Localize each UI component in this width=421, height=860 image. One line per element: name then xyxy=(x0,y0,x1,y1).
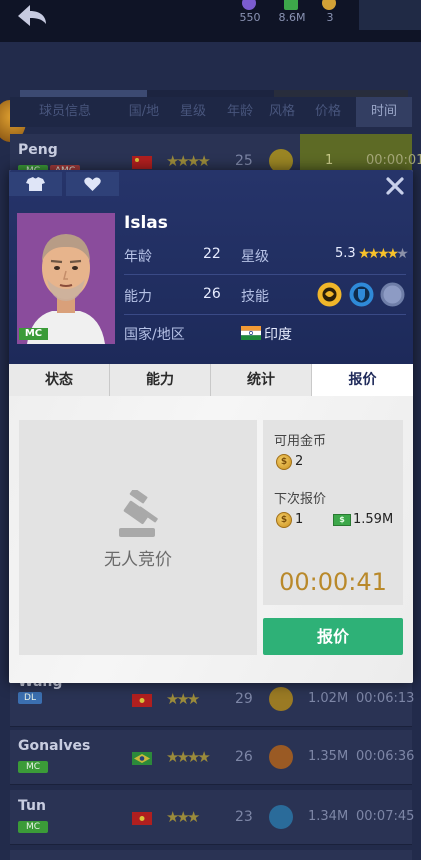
cash-icon xyxy=(284,0,298,10)
flag-icon xyxy=(132,694,152,707)
gem-icon xyxy=(242,0,256,10)
heart-icon xyxy=(84,177,101,191)
cash-value: 8.6M xyxy=(278,11,306,24)
player-avatar xyxy=(27,234,105,344)
back-arrow-icon[interactable] xyxy=(10,2,50,32)
col-age[interactable]: 年龄 xyxy=(220,97,260,127)
available-coins-value: 2 xyxy=(295,454,304,469)
list-item[interactable] xyxy=(10,850,412,860)
top-right-button[interactable] xyxy=(359,0,421,30)
player-price: 1.02M xyxy=(308,691,349,706)
player-age: 23 xyxy=(235,809,253,825)
player-age: 29 xyxy=(235,691,253,707)
skill-icon xyxy=(269,745,293,769)
star-rating: ★★★★★ xyxy=(358,246,409,262)
country-value: 印度 xyxy=(264,327,292,343)
skill-label: 技能 xyxy=(241,289,269,305)
bid-panel: 无人竞价 可用金币 $ 2 下次报价 $ 1 $ 1.59M 00:00:41 … xyxy=(9,396,413,683)
tab-status[interactable]: 状态 xyxy=(9,364,110,396)
coin-icon: $ xyxy=(276,512,292,528)
flag-icon xyxy=(132,752,152,765)
list-item[interactable]: Gonalves MC ★★★★ 26 1.35M 00:06:36 xyxy=(10,730,415,785)
star-rating: ★★★ xyxy=(166,808,200,826)
india-flag-icon xyxy=(241,326,261,340)
flag-icon xyxy=(132,812,152,825)
jersey-icon xyxy=(26,177,45,191)
position-badge: DL xyxy=(18,692,42,704)
defense-skill-icon[interactable] xyxy=(349,282,374,307)
coin-icon xyxy=(322,0,336,10)
player-name: Tun xyxy=(18,798,46,814)
time-left: 00:06:13 xyxy=(356,691,415,706)
position-badge: MC xyxy=(19,328,48,340)
col-country[interactable]: 国/地 xyxy=(122,97,166,127)
skill-icon xyxy=(269,805,293,829)
coin-icon: $ xyxy=(276,454,292,470)
tab-bid[interactable]: 报价 xyxy=(312,364,413,396)
star-rating: ★★★★ xyxy=(166,152,211,170)
time-left: 00:07:45 xyxy=(356,809,415,824)
no-bids-text: 无人竞价 xyxy=(104,550,172,570)
star-value: 5.3 xyxy=(335,246,356,261)
next-bid-coins: 1 xyxy=(295,512,304,527)
position-badge: MC xyxy=(18,761,48,773)
top-bar: 550 8.6M 3 xyxy=(0,0,421,42)
player-price: 1 xyxy=(325,153,334,168)
col-time[interactable]: 时间 xyxy=(356,97,412,127)
tab-stats[interactable]: 统计 xyxy=(211,364,312,396)
player-header: MC Islas 年龄 22 星级 5.3 ★★★★★ 能力 26 技能 国家/… xyxy=(9,170,413,364)
list-header: 球员信息 国/地 星级 年龄 风格 价格 时间 xyxy=(10,97,412,127)
gem-value: 550 xyxy=(239,11,261,24)
detail-tabs: 状态 能力 统计 报价 xyxy=(9,364,413,396)
favorite-button[interactable] xyxy=(66,172,119,196)
player-age: 26 xyxy=(235,749,253,765)
bid-history: 无人竞价 xyxy=(19,420,257,655)
next-bid-cash: 1.59M xyxy=(353,512,394,527)
player-detail-dialog: MC Islas 年龄 22 星级 5.3 ★★★★★ 能力 26 技能 国家/… xyxy=(9,170,413,683)
flag-icon xyxy=(132,156,152,169)
time-left: 00:00:01 xyxy=(366,153,421,168)
tab-ability[interactable]: 能力 xyxy=(110,364,211,396)
cash-icon: $ xyxy=(333,514,351,526)
ability-label: 能力 xyxy=(124,289,152,305)
next-bid-label: 下次报价 xyxy=(274,492,327,507)
star-rating: ★★★ xyxy=(166,690,200,708)
age-value: 22 xyxy=(203,246,221,262)
coin-value: 3 xyxy=(326,11,334,24)
age-label: 年龄 xyxy=(124,249,152,265)
player-name: Peng xyxy=(18,142,58,158)
divider xyxy=(124,274,406,275)
close-icon[interactable] xyxy=(385,176,405,196)
available-coins-label: 可用金币 xyxy=(274,434,327,449)
player-age: 25 xyxy=(235,153,253,169)
position-badge: MC xyxy=(18,821,48,833)
player-portrait: MC xyxy=(17,213,115,344)
dribble-skill-icon[interactable] xyxy=(317,282,342,307)
star-rating: ★★★★ xyxy=(166,748,211,766)
star-label: 星级 xyxy=(241,249,269,265)
player-name: Islas xyxy=(124,213,168,233)
ability-value: 26 xyxy=(203,286,221,302)
col-player-info[interactable]: 球员信息 xyxy=(10,97,120,127)
player-price: 1.35M xyxy=(308,749,349,764)
gem-counter: 550 xyxy=(230,0,270,30)
col-style[interactable]: 风格 xyxy=(262,97,302,127)
coin-counter: 3 xyxy=(310,0,350,30)
gavel-icon xyxy=(119,490,158,537)
list-item[interactable]: Tun MC ★★★ 23 1.34M 00:07:45 xyxy=(10,790,415,845)
col-price[interactable]: 价格 xyxy=(306,97,350,127)
col-stars[interactable]: 星级 xyxy=(168,97,218,127)
player-price: 1.34M xyxy=(308,809,349,824)
country-label: 国家/地区 xyxy=(124,327,185,343)
jersey-button[interactable] xyxy=(9,172,62,196)
skill-icon xyxy=(269,687,293,711)
cash-counter: 8.6M xyxy=(272,0,312,30)
empty-skill-slot-icon[interactable] xyxy=(380,282,405,307)
divider xyxy=(124,314,406,315)
player-name: Gonalves xyxy=(18,738,91,754)
bid-button[interactable]: 报价 xyxy=(263,618,403,655)
time-left: 00:06:36 xyxy=(356,749,415,764)
countdown-timer: 00:00:41 xyxy=(279,568,387,596)
